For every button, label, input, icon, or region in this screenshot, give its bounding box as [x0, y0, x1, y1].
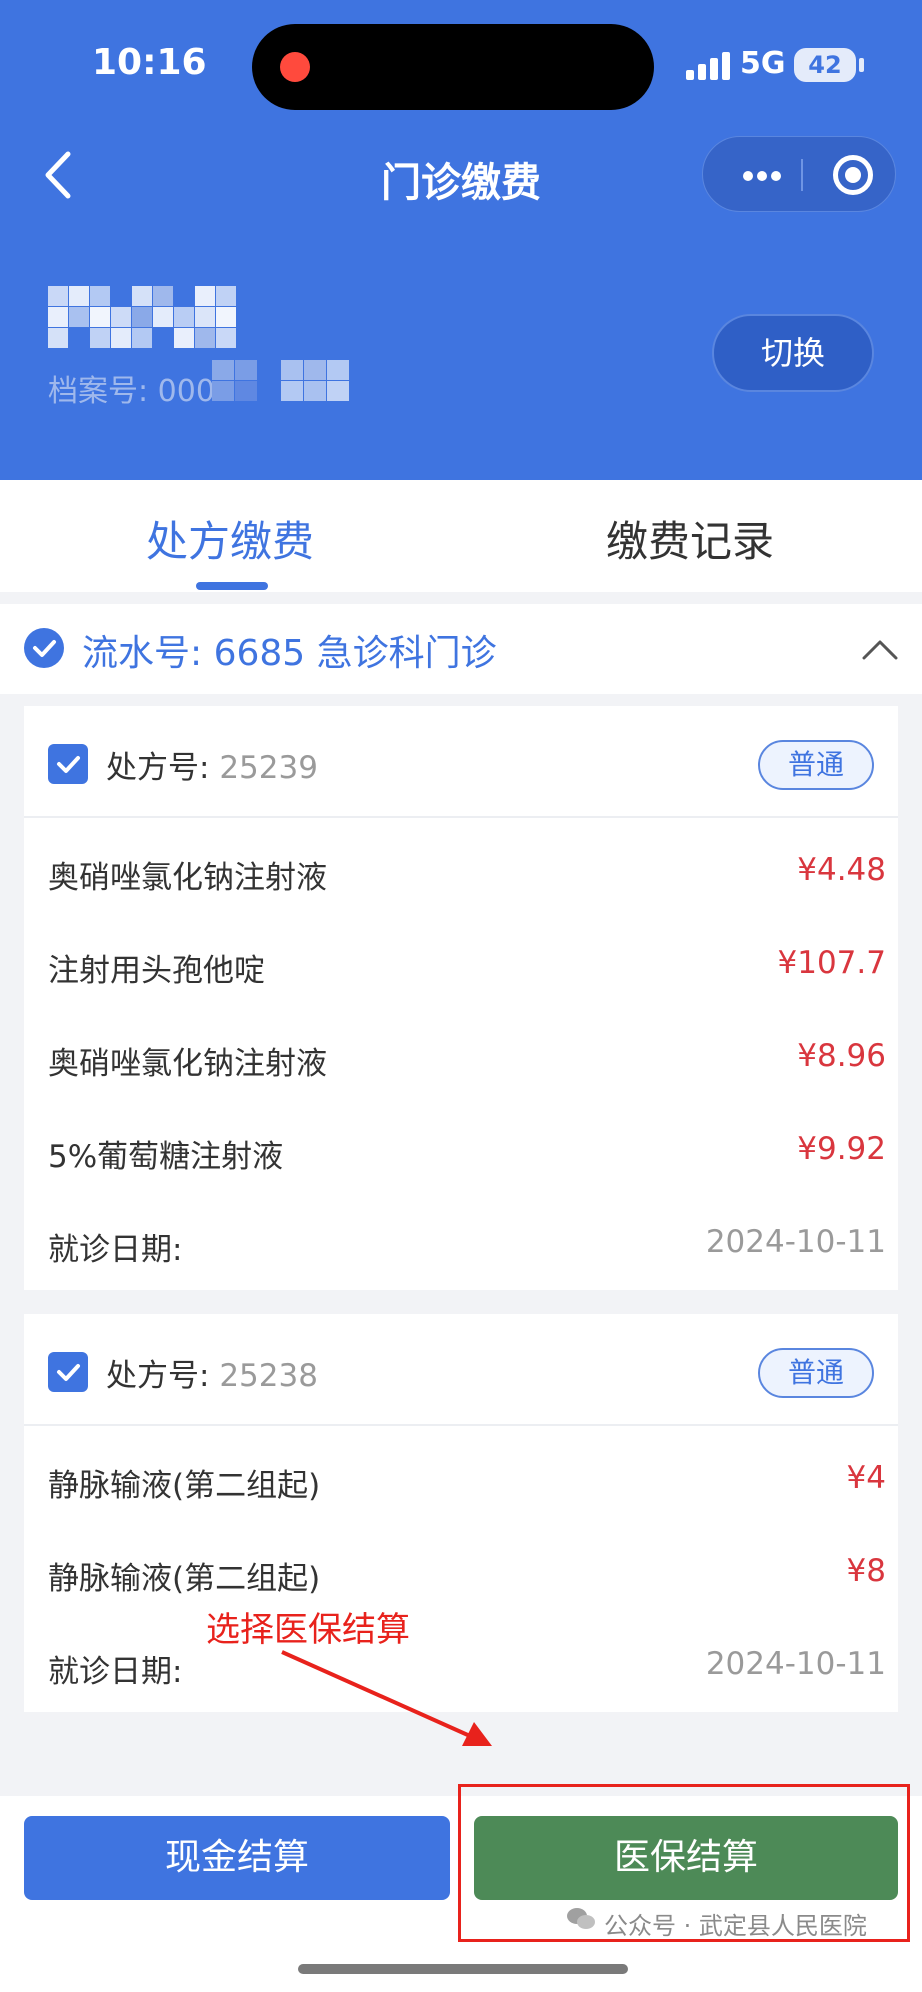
- list-item: 注射用头孢他啶 ¥107.7: [24, 917, 898, 1010]
- signal-icon: [686, 52, 732, 80]
- battery-cap: [859, 58, 864, 72]
- recording-dot-icon: [280, 52, 310, 82]
- patient-name-mosaic: [48, 286, 236, 348]
- annotation-text: 选择医保结算: [206, 1610, 410, 1650]
- list-item: 5%葡萄糖注射液 ¥9.92: [24, 1103, 898, 1196]
- archive-number-mosaic: [212, 360, 352, 402]
- service-name: 静脉输液(第二组起): [48, 1561, 321, 1597]
- prescription-card: 处方号: 25238 普通 静脉输液(第二组起) ¥4 静脉输液(第二组起) ¥…: [24, 1314, 898, 1712]
- drug-price: ¥107.7: [777, 945, 886, 981]
- network-type: 5G: [740, 46, 786, 81]
- list-item: 静脉输液(第二组起) ¥4: [24, 1432, 898, 1525]
- drug-name: 奥硝唑氯化钠注射液: [48, 860, 327, 896]
- tab-payment-records[interactable]: 缴费记录: [490, 508, 890, 569]
- status-time: 10:16: [92, 42, 207, 83]
- serial-number-label: 流水号: 6685 急诊科门诊: [82, 633, 497, 674]
- capsule-divider: [801, 159, 803, 191]
- drug-name: 5%葡萄糖注射液: [48, 1139, 284, 1175]
- wechat-icon: [566, 1906, 596, 1932]
- dynamic-island: [252, 24, 654, 110]
- visit-date-row: 就诊日期: 2024-10-11: [24, 1618, 898, 1711]
- drug-price: ¥8.96: [797, 1038, 886, 1074]
- prescription-card: 处方号: 25239 普通 奥硝唑氯化钠注射液 ¥4.48 注射用头孢他啶 ¥1…: [24, 706, 898, 1290]
- prescription-number-label: 处方号:: [106, 750, 210, 786]
- more-icon[interactable]: [731, 137, 791, 213]
- drug-name: 注射用头孢他啶: [48, 953, 265, 989]
- visit-date-value: 2024-10-11: [705, 1646, 886, 1682]
- list-item: 奥硝唑氯化钠注射液 ¥8.96: [24, 1010, 898, 1103]
- serial-check-icon[interactable]: [24, 628, 64, 668]
- tab-bar: 处方缴费 缴费记录: [0, 480, 922, 592]
- prescription-header: 处方号: 25239 普通: [24, 706, 898, 818]
- serial-row[interactable]: 流水号: 6685 急诊科门诊: [0, 604, 922, 694]
- tab-active-indicator: [196, 582, 268, 590]
- visit-date-value: 2024-10-11: [705, 1224, 886, 1260]
- home-indicator[interactable]: [298, 1964, 628, 1974]
- prescription-number-value: 25238: [219, 1358, 318, 1394]
- close-target-icon[interactable]: [833, 155, 873, 195]
- prescription-type-badge: 普通: [758, 1348, 874, 1398]
- prescription-check-icon[interactable]: [48, 1352, 88, 1392]
- header: 10:16 5G 42 门诊缴费 档案号: 000 切换: [0, 0, 922, 480]
- mini-program-capsule: [702, 136, 896, 212]
- watermark-text: 公众号 · 武定县人民医院: [604, 1912, 867, 1940]
- visit-date-label: 就诊日期:: [48, 1232, 183, 1268]
- drug-name: 奥硝唑氯化钠注射液: [48, 1046, 327, 1082]
- service-name: 静脉输液(第二组起): [48, 1468, 321, 1504]
- chevron-up-icon[interactable]: [860, 634, 900, 664]
- prescription-type-badge: 普通: [758, 740, 874, 790]
- list-item: 奥硝唑氯化钠注射液 ¥4.48: [24, 824, 898, 917]
- prescription-number: 处方号: 25238: [106, 1350, 318, 1395]
- battery-icon: 42: [794, 48, 856, 82]
- service-price: ¥4: [846, 1460, 886, 1496]
- list-item: 静脉输液(第二组起) ¥8: [24, 1525, 898, 1618]
- prescription-number-value: 25239: [219, 750, 318, 786]
- cash-settlement-button[interactable]: 现金结算: [24, 1816, 450, 1900]
- drug-price: ¥9.92: [797, 1131, 886, 1167]
- prescription-number-label: 处方号:: [106, 1358, 210, 1394]
- drug-price: ¥4.48: [797, 852, 886, 888]
- prescription-header: 处方号: 25238 普通: [24, 1314, 898, 1426]
- switch-patient-button[interactable]: 切换: [712, 314, 874, 392]
- visit-date-row: 就诊日期: 2024-10-11: [24, 1196, 898, 1289]
- service-price: ¥8: [846, 1553, 886, 1589]
- visit-date-label: 就诊日期:: [48, 1654, 183, 1690]
- prescription-check-icon[interactable]: [48, 744, 88, 784]
- archive-number-label: 档案号: 000: [48, 374, 215, 409]
- tab-prescription-payment[interactable]: 处方缴费: [30, 508, 430, 569]
- prescription-number: 处方号: 25239: [106, 742, 318, 787]
